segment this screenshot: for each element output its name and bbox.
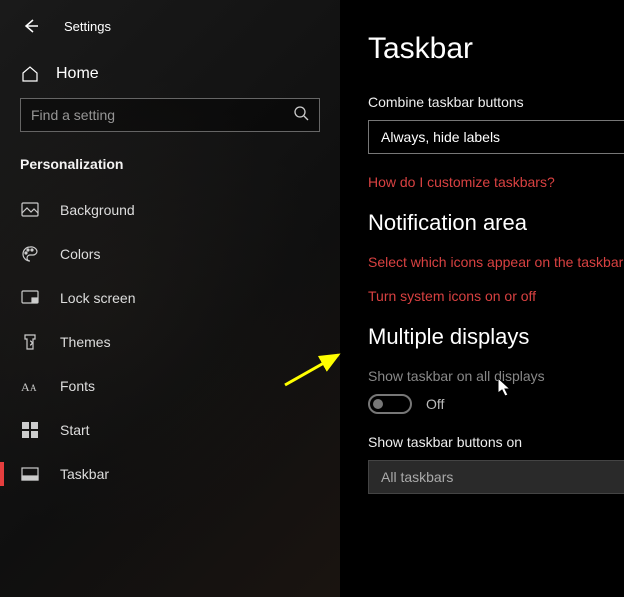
svg-text:A: A <box>30 383 37 393</box>
sidebar-item-label: Taskbar <box>60 466 109 482</box>
toggle-state: Off <box>426 396 444 412</box>
sidebar-item-label: Colors <box>60 246 100 262</box>
search-box[interactable] <box>20 98 320 132</box>
show-all-toggle[interactable] <box>368 394 412 414</box>
link-system-icons[interactable]: Turn system icons on or off <box>368 288 624 304</box>
section-notification: Notification area <box>368 210 624 236</box>
page-title: Taskbar <box>368 32 624 66</box>
fonts-icon: A A <box>20 376 40 396</box>
sidebar-item-start[interactable]: Start <box>0 408 340 452</box>
sidebar-item-background[interactable]: Background <box>0 188 340 232</box>
home-nav[interactable]: Home <box>0 52 340 98</box>
sidebar-item-label: Background <box>60 202 135 218</box>
sidebar-item-label: Themes <box>60 334 111 350</box>
taskbar-icon <box>20 464 40 484</box>
svg-text:A: A <box>21 380 30 394</box>
palette-icon <box>20 244 40 264</box>
search-input[interactable] <box>31 107 293 123</box>
sidebar-item-colors[interactable]: Colors <box>0 232 340 276</box>
combine-value: Always, hide labels <box>381 129 500 145</box>
themes-icon <box>20 332 40 352</box>
show-buttons-dropdown[interactable]: All taskbars <box>368 460 624 494</box>
search-icon <box>293 105 309 126</box>
link-select-icons[interactable]: Select which icons appear on the taskbar <box>368 254 624 270</box>
sidebar-item-label: Start <box>60 422 90 438</box>
link-customize[interactable]: How do I customize taskbars? <box>368 174 624 190</box>
combine-dropdown[interactable]: Always, hide labels <box>368 120 624 154</box>
show-buttons-label: Show taskbar buttons on <box>368 434 624 450</box>
show-buttons-value: All taskbars <box>381 469 453 485</box>
sidebar-item-taskbar[interactable]: Taskbar <box>0 452 340 496</box>
sidebar-item-label: Lock screen <box>60 290 135 306</box>
home-icon <box>20 64 40 84</box>
sidebar-item-themes[interactable]: Themes <box>0 320 340 364</box>
lockscreen-icon <box>20 288 40 308</box>
main-content: Taskbar Combine taskbar buttons Always, … <box>340 0 624 597</box>
sidebar-item-lockscreen[interactable]: Lock screen <box>0 276 340 320</box>
start-icon <box>20 420 40 440</box>
picture-icon <box>20 200 40 220</box>
section-displays: Multiple displays <box>368 324 624 350</box>
home-label: Home <box>56 65 99 83</box>
sidebar-item-fonts[interactable]: A A Fonts <box>0 364 340 408</box>
sidebar: Settings Home Personalization <box>0 0 340 597</box>
combine-label: Combine taskbar buttons <box>368 94 624 110</box>
sidebar-item-label: Fonts <box>60 378 95 394</box>
show-all-label: Show taskbar on all displays <box>368 368 624 384</box>
settings-title: Settings <box>64 19 111 34</box>
back-button[interactable] <box>20 16 40 36</box>
section-title: Personalization <box>0 148 340 188</box>
